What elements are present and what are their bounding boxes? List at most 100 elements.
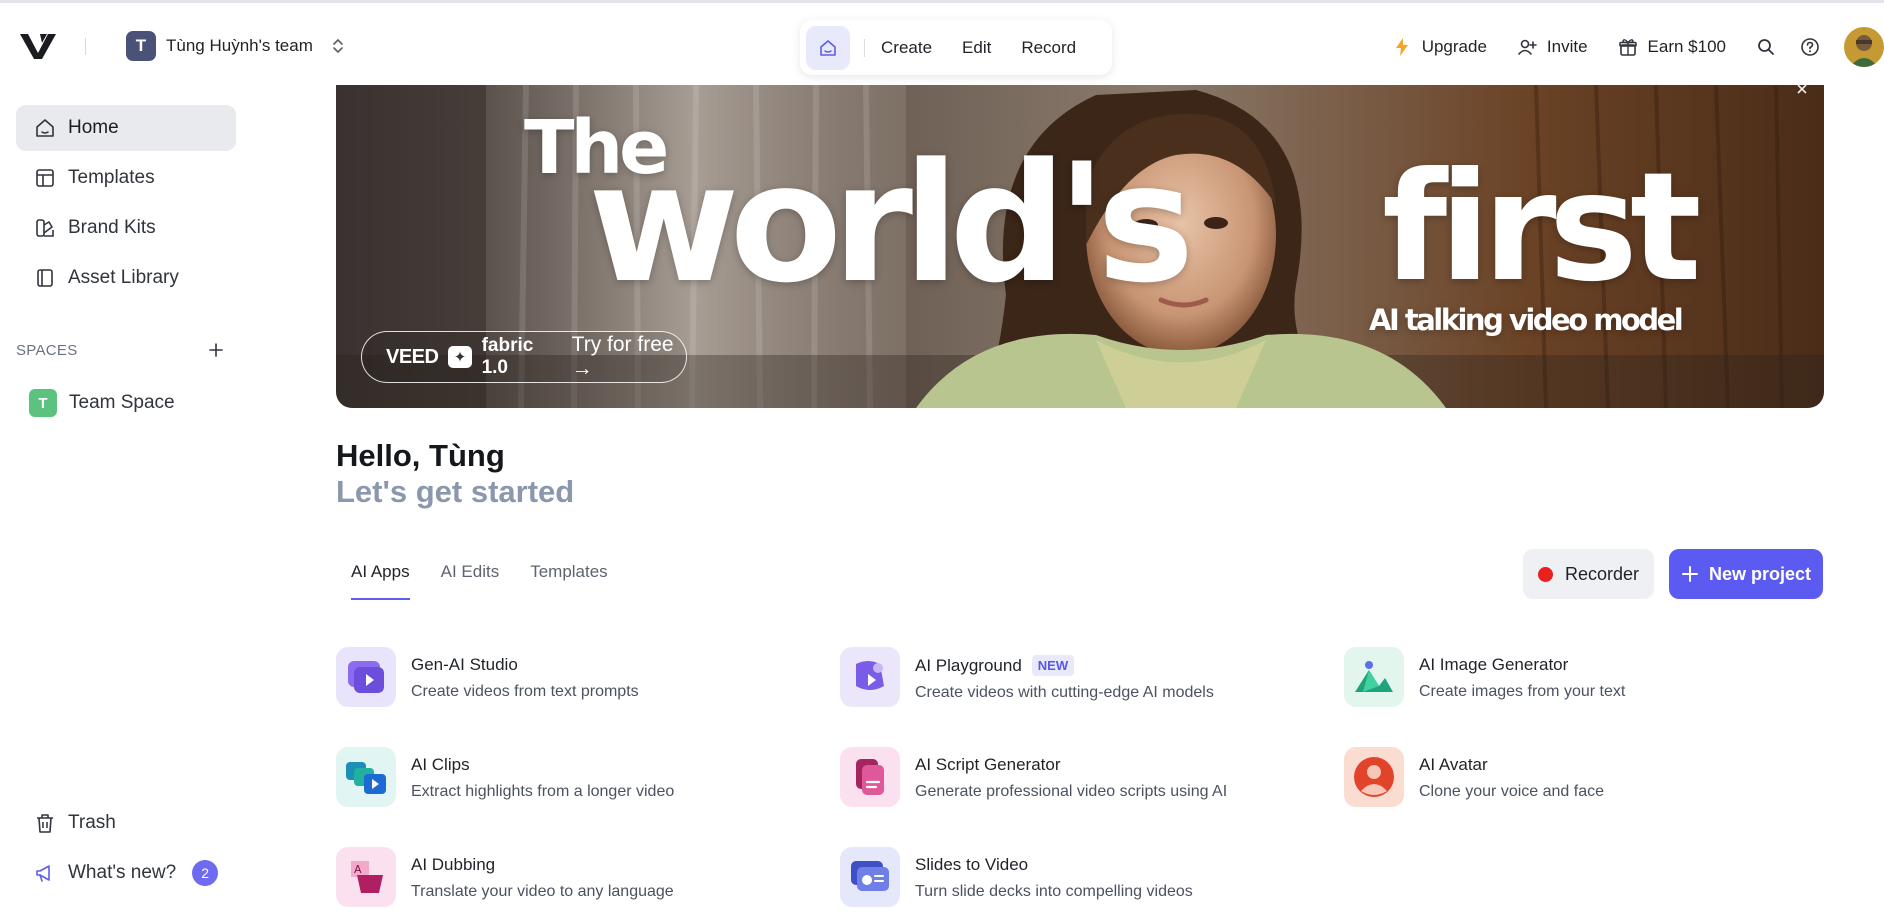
app-description: Extract highlights from a longer video: [411, 783, 675, 800]
cta-action: Try for free →: [571, 333, 674, 380]
top-bar: T Tùng Huỳnh's team Create Edit Record U…: [0, 3, 1884, 85]
spaces-heading: SPACES: [16, 342, 78, 359]
user-avatar[interactable]: [1844, 27, 1884, 67]
sidebar-item-trash[interactable]: Trash: [16, 800, 236, 846]
app-tabs: AI Apps AI Edits Templates: [351, 562, 608, 600]
tab-ai-edits[interactable]: AI Edits: [441, 562, 500, 598]
sidebar: Home Templates Brand Kits Asset Library …: [0, 85, 250, 913]
space-avatar: T: [29, 389, 57, 417]
sidebar-item-label: What's new?: [68, 862, 177, 883]
app-description: Translate your video to any language: [411, 883, 674, 900]
app-title: Gen-AI Studio: [411, 655, 518, 674]
invite-button[interactable]: Invite: [1517, 37, 1588, 57]
app-description: Create images from your text: [1419, 683, 1626, 700]
new-badge: NEW: [1031, 655, 1075, 676]
sidebar-item-whats-new[interactable]: What's new? 2: [16, 850, 236, 896]
invite-label: Invite: [1546, 37, 1588, 56]
nav-edit[interactable]: Edit: [962, 38, 991, 58]
search-button[interactable]: [1756, 37, 1776, 57]
app-description: Clone your voice and face: [1419, 783, 1604, 800]
app-card-ai-avatar[interactable]: AI Avatar Clone your voice and face: [1344, 747, 1814, 809]
app-card-ai-dubbing[interactable]: A AI Dubbing Translate your video to any…: [336, 847, 806, 909]
ai-avatar-icon: [1344, 747, 1404, 807]
nav-divider: [864, 38, 865, 57]
record-dot-icon: [1537, 566, 1553, 582]
app-card-gen-ai-studio[interactable]: Gen-AI Studio Create videos from text pr…: [336, 647, 806, 709]
gen-ai-studio-icon: [336, 647, 396, 707]
app-title: AI Playground: [915, 655, 1022, 675]
promo-banner[interactable]: The world's first AI talking video model…: [336, 85, 1824, 408]
add-space-icon[interactable]: [206, 340, 226, 360]
header-tools: Upgrade Invite Earn $100: [1392, 25, 1884, 69]
sidebar-item-brand-kits[interactable]: Brand Kits: [16, 205, 236, 251]
ai-dubbing-icon: A: [336, 847, 396, 907]
app-card-ai-clips[interactable]: AI Clips Extract highlights from a longe…: [336, 747, 806, 809]
app-title: AI Image Generator: [1419, 655, 1569, 674]
upgrade-button[interactable]: Upgrade: [1392, 37, 1487, 57]
cta-product: fabric 1.0: [481, 335, 534, 378]
sidebar-item-team-space[interactable]: T Team Space: [16, 380, 236, 426]
greeting-title: Hello, Tùng: [336, 438, 505, 473]
banner-word-worlds: world's: [588, 128, 1194, 319]
sidebar-item-label: Team Space: [69, 392, 175, 413]
gift-icon: [1618, 39, 1637, 56]
image-generator-icon: [1344, 647, 1404, 707]
tab-templates[interactable]: Templates: [530, 562, 607, 598]
sidebar-item-label: Templates: [68, 167, 155, 188]
tab-ai-apps[interactable]: AI Apps: [351, 562, 410, 600]
cta-brand: VEED: [386, 345, 439, 368]
slides-to-video-icon: [840, 847, 900, 907]
sparkle-icon: ✦: [448, 346, 472, 368]
recorder-button[interactable]: Recorder: [1523, 549, 1654, 599]
app-title: AI Clips: [411, 755, 470, 774]
app-card-ai-playground[interactable]: AI Playground NEW Create videos with cut…: [840, 647, 1310, 709]
ai-clips-icon: [336, 747, 396, 807]
sidebar-item-label: Asset Library: [68, 267, 179, 288]
main-mode-nav: Create Edit Record: [800, 20, 1112, 75]
new-project-label: New project: [1708, 563, 1812, 584]
sidebar-item-label: Trash: [68, 812, 116, 833]
sidebar-item-asset-library[interactable]: Asset Library: [16, 255, 236, 301]
chevron-updown-icon: [333, 39, 343, 53]
team-switcher[interactable]: T Tùng Huỳnh's team: [126, 30, 345, 62]
app-title: AI Script Generator: [915, 755, 1061, 774]
help-icon: [1801, 38, 1819, 56]
app-card-slides-to-video[interactable]: Slides to Video Turn slide decks into co…: [840, 847, 1310, 909]
app-title: AI Avatar: [1419, 755, 1488, 774]
upgrade-label: Upgrade: [1421, 37, 1487, 56]
trash-icon: [37, 814, 53, 833]
banner-word-first: first: [1382, 141, 1702, 315]
lightning-icon: [1395, 38, 1408, 56]
try-fabric-button[interactable]: VEED ✦ fabric 1.0 Try for free →: [361, 331, 687, 383]
templates-icon: [36, 169, 54, 187]
help-button[interactable]: [1800, 37, 1820, 57]
home-icon: [820, 39, 836, 56]
veed-logo-icon[interactable]: [20, 31, 56, 61]
earn-referral-button[interactable]: Earn $100: [1618, 37, 1726, 57]
app-title: AI Dubbing: [411, 855, 496, 874]
search-icon: [1758, 39, 1774, 55]
team-name: Tùng Huỳnh's team: [166, 36, 313, 55]
new-project-button[interactable]: New project: [1669, 549, 1823, 599]
app-description: Turn slide decks into compelling videos: [915, 883, 1193, 900]
library-icon: [37, 269, 53, 287]
plus-icon: [1681, 566, 1698, 582]
nav-record[interactable]: Record: [1021, 38, 1076, 58]
close-icon[interactable]: [1794, 85, 1810, 97]
nav-create[interactable]: Create: [881, 38, 932, 58]
app-card-ai-image-generator[interactable]: AI Image Generator Create images from yo…: [1344, 647, 1814, 709]
sidebar-item-label: Home: [68, 117, 119, 138]
megaphone-icon: [36, 865, 50, 882]
home-nav-button[interactable]: [806, 25, 850, 70]
ai-playground-icon: [840, 647, 900, 707]
script-generator-icon: [840, 747, 900, 807]
team-avatar: T: [126, 31, 156, 61]
notification-count-badge: 2: [192, 860, 219, 886]
app-card-ai-script-generator[interactable]: AI Script Generator Generate professiona…: [840, 747, 1310, 809]
greeting-subtitle: Let's get started: [336, 474, 575, 509]
sidebar-item-templates[interactable]: Templates: [16, 155, 236, 201]
home-icon: [36, 119, 54, 137]
app-title: Slides to Video: [915, 855, 1029, 874]
sidebar-item-home[interactable]: Home: [16, 105, 236, 151]
app-description: Create videos with cutting-edge AI model…: [915, 684, 1214, 701]
